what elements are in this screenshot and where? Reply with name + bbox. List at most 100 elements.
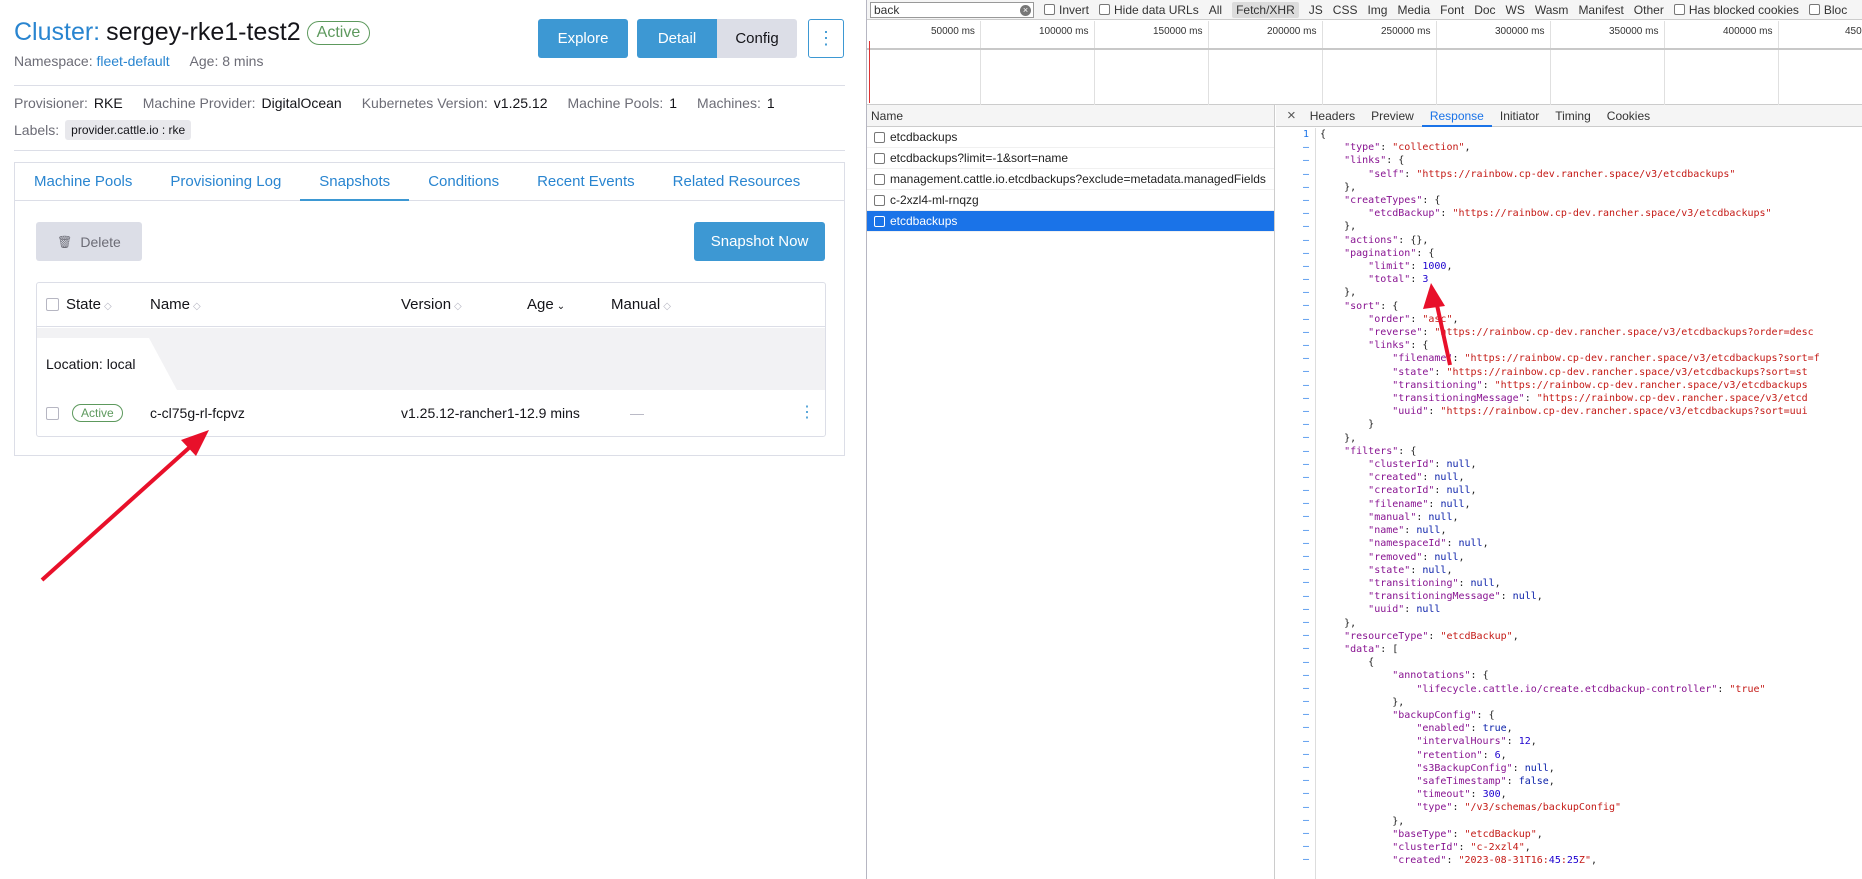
tab-related-resources[interactable]: Related Resources: [654, 163, 820, 201]
type-wasm[interactable]: Wasm: [1535, 3, 1569, 17]
select-all-checkbox[interactable]: [46, 298, 59, 311]
code-line: "safeTimestamp": false,: [1416, 775, 1555, 787]
column-age[interactable]: Age ⌄: [527, 296, 565, 313]
hide-data-urls-label: Hide data URLs: [1114, 2, 1199, 17]
timeline-tick: 150000 ms: [1153, 26, 1203, 37]
line-number: –: [1302, 841, 1309, 853]
type-img[interactable]: Img: [1367, 3, 1387, 17]
response-body[interactable]: 1– – – – – – – – – – – – – – – – – – – – – – – – – – – – – – – – – – – – – – –…: [1276, 128, 1862, 879]
type-ws[interactable]: WS: [1506, 3, 1525, 17]
delete-button[interactable]: 🗑 Delete: [36, 222, 142, 261]
filter-input[interactable]: back ×: [870, 1, 1034, 18]
code-line: "total": 3: [1368, 274, 1429, 286]
filter-bar: back × Invert Hide data URLs All Fetch/X…: [867, 0, 1862, 20]
cluster-meta: Provisioner: RKE Machine Provider: Digital…: [14, 95, 795, 111]
code-line: },: [1320, 815, 1405, 827]
tab-initiator[interactable]: Initiator: [1492, 105, 1547, 127]
blocked-requests-checkbox[interactable]: [1808, 4, 1820, 15]
row-state-badge: Active: [72, 404, 123, 422]
subtitle: Namespace: fleet-default Age: 8 mins: [14, 53, 263, 69]
line-number: –: [1302, 208, 1309, 220]
detail-button[interactable]: Detail: [637, 19, 717, 58]
hide-data-urls-checkbox[interactable]: [1099, 4, 1111, 15]
table-row[interactable]: Active c-cl75g-rl-fcpvz v1.25.12-rancher…: [37, 390, 825, 437]
tab-bar: Machine Pools Provisioning Log Snapshots…: [15, 163, 844, 201]
tab-timing[interactable]: Timing: [1547, 105, 1599, 127]
sort-icon: ◇: [193, 301, 201, 312]
line-number: –: [1302, 775, 1309, 787]
type-fetch-xhr[interactable]: Fetch/XHR: [1232, 1, 1299, 18]
list-item[interactable]: management.cattle.io.etcdbackups?exclude…: [867, 169, 1274, 190]
line-number: –: [1302, 827, 1309, 839]
clear-icon[interactable]: ×: [1020, 4, 1031, 16]
row-checkbox[interactable]: [46, 407, 59, 420]
column-name[interactable]: Name ◇: [150, 296, 201, 313]
machine-pools-label: Machine Pools:: [567, 95, 664, 111]
line-number: –: [1302, 392, 1309, 404]
row-name: c-cl75g-rl-fcpvz: [150, 405, 245, 421]
title-prefix-link[interactable]: Cluster:: [14, 18, 100, 47]
column-version[interactable]: Version ◇: [401, 296, 462, 313]
list-item[interactable]: c-2xzl4-ml-rnqzg: [867, 190, 1274, 211]
invert-label: Invert: [1059, 2, 1090, 17]
type-manifest[interactable]: Manifest: [1578, 3, 1623, 17]
list-item-selected[interactable]: etcdbackups: [867, 211, 1274, 232]
more-actions-button[interactable]: ⋮: [808, 19, 844, 58]
tab-recent-events[interactable]: Recent Events: [518, 163, 654, 201]
code-line: "created": "2023-08-31T16:45:25Z",: [1392, 855, 1597, 867]
line-number: –: [1302, 445, 1309, 457]
column-state[interactable]: State ◇: [66, 296, 112, 313]
line-number: –: [1302, 564, 1309, 576]
column-manual[interactable]: Manual ◇: [611, 296, 671, 313]
blocked-cookies-checkbox[interactable]: [1673, 4, 1685, 15]
tab-headers[interactable]: Headers: [1302, 105, 1363, 127]
code-line: "uuid": "https://rainbow.cp-dev.rancher.…: [1392, 406, 1808, 418]
list-item[interactable]: etcdbackups?limit=-1&sort=name: [867, 148, 1274, 169]
line-number: –: [1302, 353, 1309, 365]
column-state-label: State: [66, 296, 102, 313]
type-css[interactable]: CSS: [1333, 3, 1358, 17]
machine-pools-value: 1: [669, 95, 678, 111]
code-line: }: [1320, 419, 1375, 431]
line-number: –: [1302, 814, 1309, 826]
timeline-tick: 100000 ms: [1039, 26, 1089, 37]
invert-checkbox[interactable]: [1044, 4, 1055, 15]
type-doc[interactable]: Doc: [1474, 3, 1495, 17]
namespace-label: Namespace:: [14, 53, 93, 69]
name-column-header[interactable]: Name: [867, 105, 1274, 127]
list-item[interactable]: etcdbackups: [867, 127, 1274, 148]
code-line: "name": null,: [1368, 525, 1447, 537]
tab-preview[interactable]: Preview: [1363, 105, 1422, 127]
network-timeline[interactable]: 50000 ms 100000 ms 150000 ms 200000 ms 2…: [867, 21, 1862, 105]
screen: Cluster: sergey-rke1-test2 Active Namesp…: [0, 0, 1862, 879]
type-media[interactable]: Media: [1397, 3, 1430, 17]
line-number: –: [1302, 379, 1309, 391]
code-line: "filename": null,: [1368, 498, 1471, 510]
explore-button[interactable]: Explore: [538, 19, 628, 58]
tab-machine-pools[interactable]: Machine Pools: [15, 163, 151, 201]
row-actions-button[interactable]: ⋮: [799, 402, 815, 422]
tab-conditions[interactable]: Conditions: [409, 163, 518, 201]
tab-snapshots[interactable]: Snapshots: [300, 163, 410, 201]
line-number: –: [1302, 762, 1309, 773]
tab-provisioning-log[interactable]: Provisioning Log: [151, 163, 300, 201]
timeline-tick: 200000 ms: [1267, 26, 1317, 37]
close-icon[interactable]: ×: [1276, 107, 1302, 124]
line-number: –: [1302, 405, 1309, 417]
type-all[interactable]: All: [1209, 3, 1222, 17]
snapshot-now-button[interactable]: Snapshot Now: [694, 222, 825, 261]
column-version-label: Version: [401, 296, 452, 313]
code-line: {: [1320, 129, 1327, 140]
type-font[interactable]: Font: [1440, 3, 1464, 17]
config-button[interactable]: Config: [717, 19, 797, 58]
type-js[interactable]: JS: [1309, 3, 1323, 17]
tab-cookies[interactable]: Cookies: [1599, 105, 1658, 127]
type-other[interactable]: Other: [1634, 3, 1664, 17]
group-label: Location: local: [37, 338, 177, 390]
timeline-tick: 350000 ms: [1609, 26, 1659, 37]
namespace-link[interactable]: fleet-default: [96, 53, 169, 69]
row-version: v1.25.12-rancher1-1: [401, 405, 528, 421]
tab-response[interactable]: Response: [1421, 105, 1492, 127]
code-line: },: [1320, 617, 1357, 629]
line-number: –: [1302, 155, 1309, 167]
